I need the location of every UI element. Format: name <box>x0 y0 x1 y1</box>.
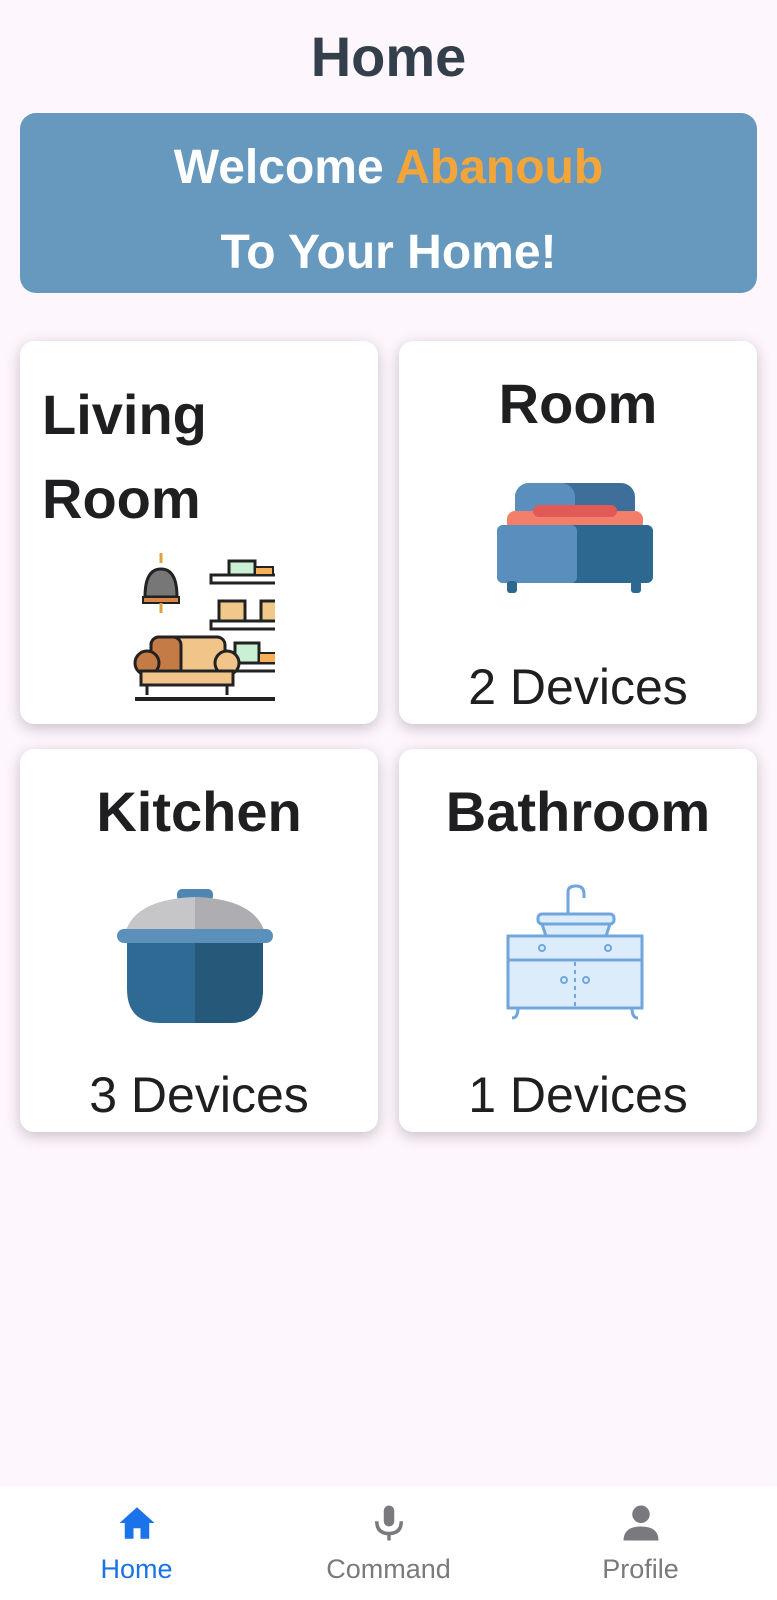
welcome-banner: Welcome Abanoub To Your Home! <box>20 113 757 293</box>
page-title: Home <box>310 25 467 88</box>
device-count: 2 Devices <box>468 659 688 715</box>
welcome-line: Welcome Abanoub <box>20 140 757 195</box>
room-card-title: Living Room <box>42 383 207 530</box>
room-card-title: Kitchen <box>96 780 302 843</box>
nav-label-profile: Profile <box>602 1554 679 1584</box>
welcome-subtitle: To Your Home! <box>220 226 557 279</box>
room-card-room[interactable]: Room 2 Devices <box>399 341 757 724</box>
nav-label-command: Command <box>326 1554 451 1584</box>
living-room-illustration-icon <box>115 553 291 708</box>
device-count: 1 Devices <box>468 1067 688 1123</box>
room-card-bathroom[interactable]: Bathroom 1 Devices <box>399 749 757 1132</box>
room-card-living-room[interactable]: Living Room <box>20 341 378 724</box>
nav-item-command[interactable]: Command <box>259 1486 518 1600</box>
room-card-title: Room <box>498 372 658 435</box>
user-name: Abanoub <box>395 141 604 194</box>
bed-icon <box>495 481 655 601</box>
nav-label-home: Home <box>100 1554 173 1584</box>
device-count: 3 Devices <box>89 1067 309 1123</box>
pot-icon <box>115 889 275 1034</box>
home-screen: Home Welcome Abanoub To Your Home! Livin… <box>0 0 777 1600</box>
nav-item-profile[interactable]: Profile <box>511 1486 770 1600</box>
microphone-icon <box>375 1505 403 1541</box>
welcome-text: Welcome <box>173 141 384 194</box>
bathroom-sink-icon <box>504 884 644 1029</box>
nav-item-home[interactable]: Home <box>7 1486 266 1600</box>
person-icon <box>623 1505 659 1541</box>
room-card-kitchen[interactable]: Kitchen 3 Devices <box>20 749 378 1132</box>
home-icon <box>119 1507 155 1539</box>
bottom-navigation: Home Command Profile <box>0 1486 777 1600</box>
room-card-title: Bathroom <box>445 780 711 843</box>
